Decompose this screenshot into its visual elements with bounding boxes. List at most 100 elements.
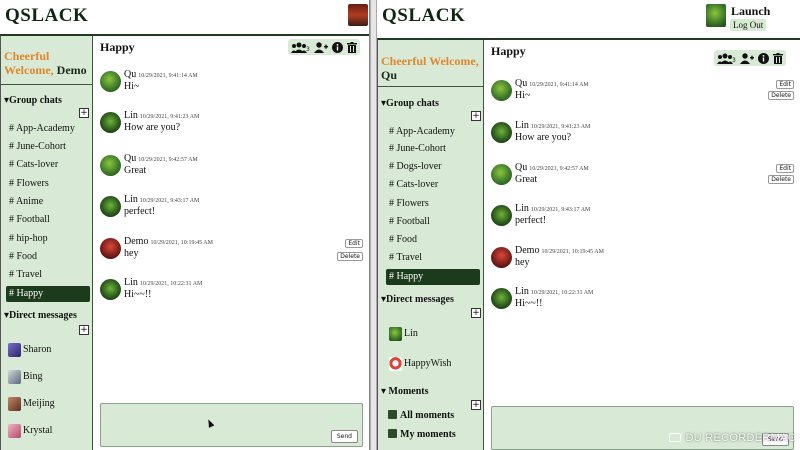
group-chats-label: Group chats — [386, 98, 439, 109]
pane-divider[interactable] — [370, 0, 377, 450]
channel-item[interactable]: # June-Cohort — [6, 139, 66, 155]
add-user-icon[interactable] — [313, 40, 328, 54]
edit-button[interactable]: Edit — [776, 164, 794, 173]
dm-item[interactable]: Sharon — [8, 340, 51, 360]
channel-item[interactable]: # Cats-lover — [6, 157, 58, 173]
channel-item[interactable]: # Football — [386, 214, 430, 230]
info-icon[interactable] — [757, 51, 769, 65]
channel-item[interactable]: # Football — [6, 212, 50, 228]
message-author[interactable]: Lin — [124, 277, 138, 288]
dm-item[interactable]: Lin — [389, 324, 418, 344]
plus-icon: + — [472, 400, 480, 410]
channel-item[interactable]: # Dogs-lover — [386, 159, 442, 175]
channel-item[interactable]: # Travel — [6, 267, 42, 283]
avatar[interactable] — [100, 196, 121, 217]
dm-item[interactable]: HappyWish — [389, 354, 451, 374]
dm-item[interactable]: Bing — [8, 367, 42, 387]
channel-item-active[interactable]: # Happy — [6, 286, 90, 302]
send-button[interactable]: Send — [330, 430, 358, 443]
moments-header[interactable]: ▾ Moments — [381, 386, 429, 397]
moments-label: Moments — [388, 386, 429, 397]
channel-item-active[interactable]: # Happy — [386, 269, 480, 285]
app-logo[interactable]: QSLACK — [382, 5, 465, 27]
message-author[interactable]: Lin — [124, 110, 138, 121]
channel-item[interactable]: # Anime — [6, 194, 43, 210]
dm-name: Sharon — [23, 344, 52, 355]
left-app-window: QSLACK Cheerful Welcome, Demo ▾Group cha… — [0, 0, 370, 450]
channel-item[interactable]: # App-Academy — [386, 124, 455, 140]
avatar[interactable] — [491, 80, 512, 101]
channel-item[interactable]: # App-Academy — [6, 121, 75, 137]
trash-icon[interactable] — [346, 40, 357, 54]
avatar[interactable] — [491, 247, 512, 268]
edit-button[interactable]: Edit — [776, 80, 794, 89]
message-author[interactable]: Demo — [124, 236, 148, 247]
add-group-chat-button[interactable]: + — [471, 111, 481, 121]
right-app-window: QSLACK Launch Log Out Cheerful Welcome, … — [377, 0, 800, 450]
moments-item-mine[interactable]: My moments — [388, 429, 456, 440]
message-author[interactable]: Qu — [515, 78, 527, 89]
message-text: Hi~~!! — [124, 289, 152, 300]
direct-messages-header[interactable]: ▾Direct messages — [4, 310, 77, 321]
message-author[interactable]: Lin — [124, 194, 138, 205]
group-chats-header[interactable]: ▾Group chats — [381, 98, 439, 109]
message-author[interactable]: Lin — [515, 203, 529, 214]
direct-messages-header[interactable]: ▾Direct messages — [381, 294, 454, 305]
info-icon[interactable] — [331, 40, 343, 54]
moments-item-all[interactable]: All moments — [388, 410, 454, 421]
message-timestamp: 10/29/2021, 10:22:31 AM — [139, 281, 203, 287]
add-moment-button[interactable]: + — [471, 400, 481, 410]
message-author[interactable]: Qu — [124, 153, 136, 164]
message-author[interactable]: Lin — [515, 120, 529, 131]
group-icon[interactable]: 3 — [717, 51, 736, 65]
avatar[interactable] — [491, 122, 512, 143]
avatar[interactable] — [100, 279, 121, 300]
message-timestamp: 10/29/2021, 9:43:17 AM — [530, 207, 591, 213]
avatar[interactable] — [491, 164, 512, 185]
trash-icon[interactable] — [772, 51, 783, 65]
group-icon[interactable]: 3 — [291, 40, 310, 54]
direct-messages-label: Direct messages — [386, 294, 454, 305]
message-author[interactable]: Qu — [515, 162, 527, 173]
message-composer[interactable]: Send — [100, 403, 363, 447]
channel-item[interactable]: # Flowers — [386, 196, 429, 212]
add-user-icon[interactable] — [739, 51, 754, 65]
channel-item[interactable]: # Food — [386, 232, 417, 248]
add-direct-message-button[interactable]: + — [79, 325, 89, 335]
message-header: Qu 10/29/2021, 9:42:57 AM — [124, 153, 198, 164]
delete-button[interactable]: Delete — [768, 175, 794, 184]
message-author[interactable]: Qu — [124, 69, 136, 80]
user-avatar[interactable] — [706, 4, 726, 27]
user-display-name: Launch — [731, 4, 771, 18]
avatar[interactable] — [491, 205, 512, 226]
logout-button[interactable]: Log Out — [730, 19, 767, 31]
avatar[interactable] — [100, 71, 121, 92]
add-direct-message-button[interactable]: + — [471, 308, 481, 318]
message-text: hey — [124, 248, 139, 259]
channel-item[interactable]: # Food — [6, 249, 37, 265]
channel-item[interactable]: # hip-hop — [6, 231, 48, 247]
app-logo[interactable]: QSLACK — [5, 5, 88, 27]
delete-button[interactable]: Delete — [768, 91, 794, 100]
message-author[interactable]: Demo — [515, 245, 539, 256]
message-author[interactable]: Lin — [515, 286, 529, 297]
channel-item[interactable]: # Cats-lover — [386, 177, 438, 193]
dm-item[interactable]: Meijing — [8, 394, 55, 414]
avatar[interactable] — [100, 155, 121, 176]
avatar[interactable] — [100, 238, 121, 259]
plus-icon: + — [80, 108, 88, 118]
avatar[interactable] — [100, 112, 121, 133]
delete-button[interactable]: Delete — [337, 252, 363, 261]
add-group-chat-button[interactable]: + — [79, 108, 89, 118]
channel-item[interactable]: # Travel — [386, 250, 422, 266]
avatar[interactable] — [491, 288, 512, 309]
dm-name: Krystal — [23, 425, 53, 436]
dm-item[interactable]: Krystal — [8, 421, 52, 441]
moments-item-label: All moments — [400, 410, 455, 421]
channel-item[interactable]: # Flowers — [6, 176, 49, 192]
user-avatar[interactable] — [348, 4, 368, 26]
channel-item[interactable]: # June-Cohort — [386, 141, 446, 157]
message-timestamp: 10/29/2021, 9:42:57 AM — [529, 166, 589, 172]
edit-button[interactable]: Edit — [345, 239, 363, 248]
group-chats-header[interactable]: ▾Group chats — [4, 95, 62, 106]
